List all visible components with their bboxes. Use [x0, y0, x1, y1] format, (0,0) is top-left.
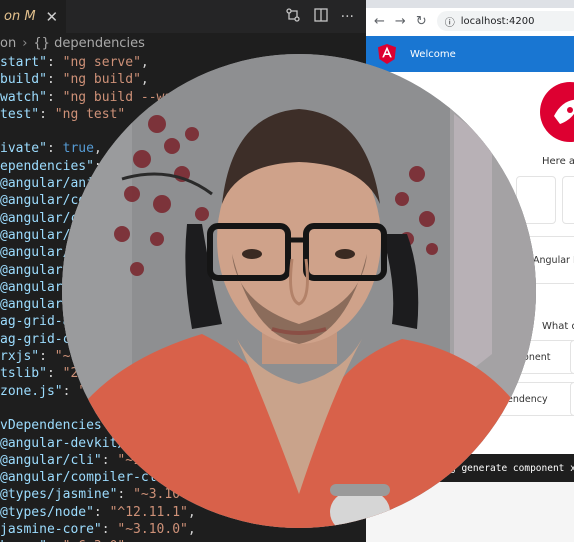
terminal-command: g generate component x: [450, 462, 574, 474]
code-token: ,: [187, 522, 196, 538]
code-line[interactable]: karma": "~6.3.0",: [0, 538, 366, 542]
editor-actions: ···: [285, 0, 354, 33]
code-token: :: [39, 106, 55, 122]
code-token: :: [39, 349, 55, 365]
code-token: "ng build": [62, 72, 141, 88]
code-token: "~3.10.0": [117, 522, 188, 538]
webcam-overlay: [62, 54, 536, 528]
person-photo: [62, 54, 536, 528]
code-token: rxjs": [0, 349, 40, 365]
code-token: "ng serve": [62, 55, 141, 70]
next-step-card[interactable]: [570, 340, 574, 374]
code-token: @angular/cli": [0, 452, 102, 468]
split-editor-icon[interactable]: [313, 7, 329, 27]
code-token: test": [0, 106, 40, 122]
address-bar[interactable]: ⓘ localhost:4200: [436, 11, 574, 31]
code-token: :: [62, 383, 79, 399]
chevron-right-icon: ›: [22, 35, 28, 51]
code-token: :: [46, 72, 63, 88]
code-token: vDependencies": [0, 418, 110, 434]
code-token: ,: [93, 141, 102, 157]
reload-icon[interactable]: ↻: [416, 14, 427, 29]
app-toolbar: Welcome: [366, 36, 574, 72]
code-token: ,: [140, 72, 149, 88]
code-token: ,: [140, 55, 149, 70]
next-step-card[interactable]: [570, 382, 574, 416]
tab-label: on M: [4, 9, 36, 24]
rocket-icon: [540, 82, 574, 142]
breadcrumb: on › {} dependencies: [0, 33, 366, 53]
editor-tab-package-json[interactable]: on M ✕: [0, 0, 67, 33]
editor-tab-bar: on M ✕ ···: [0, 0, 366, 33]
code-token: watch": [0, 89, 47, 105]
code-token: build": [0, 72, 47, 88]
code-token: @types/jasmine": [0, 487, 118, 503]
breadcrumb-item[interactable]: {} dependencies: [33, 36, 144, 51]
code-token: :: [93, 504, 110, 520]
code-token: @types/node": [0, 504, 94, 520]
browser-tab-strip: [366, 0, 574, 8]
forward-icon[interactable]: →: [395, 14, 406, 29]
code-token: zone.js": [0, 383, 63, 399]
close-icon[interactable]: ✕: [46, 8, 59, 26]
code-token: :: [117, 487, 134, 503]
code-token: :: [46, 366, 63, 382]
git-compare-icon[interactable]: [285, 7, 301, 27]
code-token: ependencies": [0, 158, 94, 174]
code-token: :: [46, 89, 63, 105]
angular-logo-icon: [378, 44, 396, 64]
code-token: "^12.11.1": [109, 504, 188, 520]
back-icon[interactable]: ←: [374, 14, 385, 29]
code-token: :: [46, 141, 63, 157]
resource-card[interactable]: [562, 176, 574, 224]
more-icon[interactable]: ···: [341, 9, 354, 25]
card-label: Angular Bl: [533, 254, 574, 266]
card-label: endency: [507, 393, 548, 405]
code-token: jasmine-core": [0, 522, 102, 538]
resources-heading: Here ar: [542, 156, 574, 167]
code-token: :: [46, 55, 63, 70]
code-token: ivate": [0, 141, 47, 157]
browser-toolbar: ← → ↻ ⓘ localhost:4200: [366, 8, 574, 34]
breadcrumb-item[interactable]: on: [0, 36, 16, 51]
code-token: start": [0, 55, 47, 70]
info-icon[interactable]: ⓘ: [445, 14, 455, 29]
code-token: :: [101, 452, 118, 468]
app-title: Welcome: [410, 48, 456, 60]
url-text: localhost:4200: [460, 15, 535, 27]
code-token: "ng test": [54, 106, 126, 122]
code-token: true: [62, 141, 94, 157]
next-steps-heading: What d: [542, 321, 574, 332]
code-token: tslib": [0, 366, 47, 382]
code-token: :: [101, 522, 118, 538]
code-token: ,: [187, 504, 196, 520]
